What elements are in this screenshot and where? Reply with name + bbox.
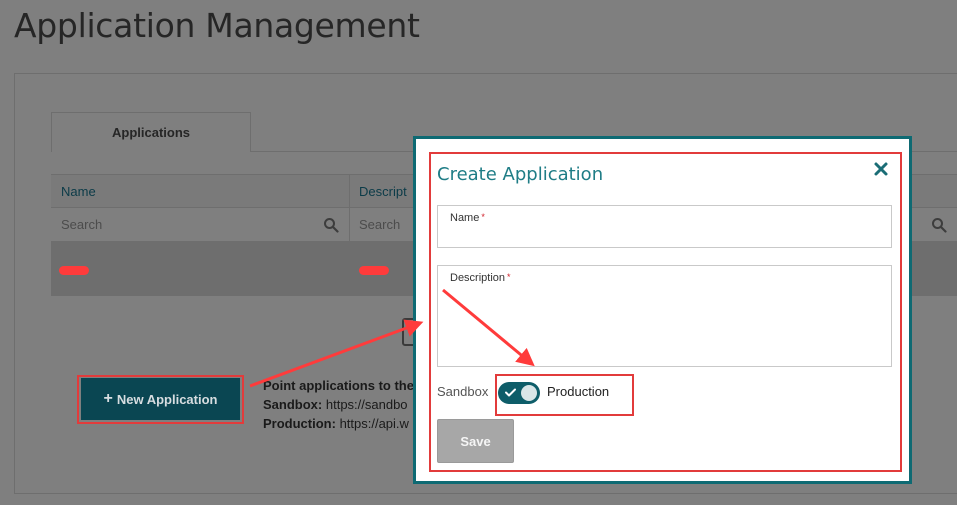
- endpoint-info: Point applications to the Sandbox: https…: [263, 376, 414, 433]
- production-option-label: Production: [547, 384, 610, 399]
- page-title: Application Management: [14, 6, 420, 45]
- production-endpoint-label: Production:: [263, 416, 336, 431]
- sandbox-endpoint-label: Sandbox:: [263, 397, 323, 412]
- check-icon: [505, 388, 516, 397]
- name-field-label: Name *: [450, 212, 485, 224]
- new-application-button[interactable]: + New Application: [81, 378, 240, 420]
- name-search-input[interactable]: Search: [51, 208, 349, 242]
- production-endpoint-url: https://api.w: [339, 416, 409, 431]
- description-field-label: Description *: [450, 272, 511, 284]
- required-mark: *: [481, 212, 485, 222]
- name-input[interactable]: [448, 226, 881, 244]
- save-button[interactable]: Save: [437, 419, 514, 463]
- create-application-dialog: Create Application Name * Description * Sa…: [413, 136, 912, 484]
- dialog-title: Create Application: [437, 164, 604, 185]
- environment-toggle[interactable]: [498, 382, 540, 404]
- search-placeholder: Search: [359, 217, 401, 232]
- toggle-knob: [521, 385, 537, 401]
- required-mark: *: [507, 272, 511, 282]
- description-field[interactable]: Description *: [437, 265, 892, 367]
- redaction-mark: [359, 266, 389, 275]
- description-input[interactable]: [448, 288, 881, 360]
- name-field[interactable]: Name *: [437, 205, 892, 248]
- plus-icon: +: [103, 390, 113, 407]
- sandbox-option-label: Sandbox: [437, 384, 489, 399]
- new-application-label: New Application: [116, 391, 218, 407]
- column-header-name[interactable]: Name: [51, 174, 349, 208]
- sandbox-endpoint-url: https://sandbo: [325, 397, 408, 412]
- search-placeholder: Search: [61, 217, 103, 232]
- endpoint-intro: Point applications to the: [263, 378, 414, 393]
- tab-applications[interactable]: Applications: [51, 112, 251, 152]
- column-divider: [349, 174, 350, 242]
- search-icon: [324, 218, 339, 233]
- close-icon[interactable]: [873, 161, 889, 177]
- search-icon: [932, 218, 947, 233]
- redaction-mark: [59, 266, 89, 275]
